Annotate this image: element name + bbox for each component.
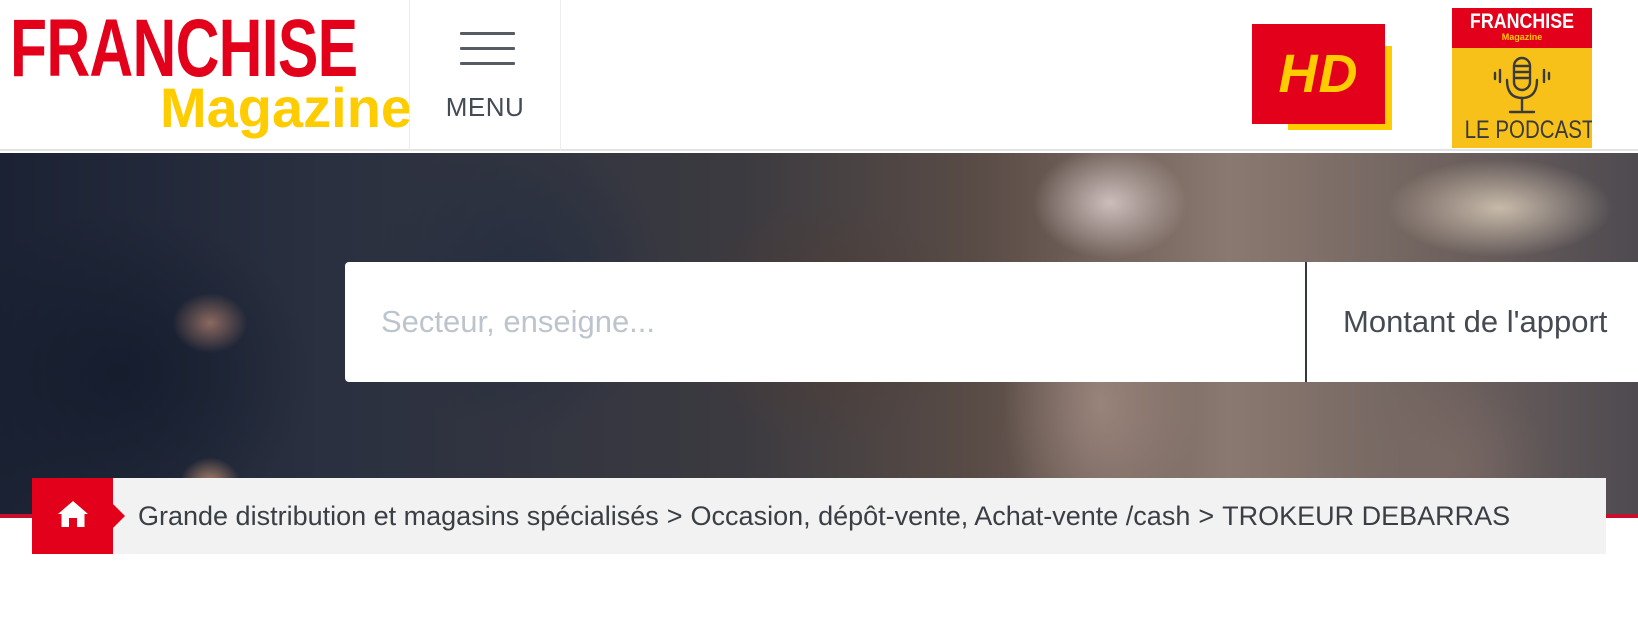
breadcrumb-separator: > xyxy=(666,500,683,531)
search-bar: Montant de l'apport xyxy=(345,262,1638,382)
breadcrumb: Grande distribution et magasins spéciali… xyxy=(32,478,1606,554)
breadcrumb-current: TROKEUR DEBARRAS xyxy=(1222,500,1511,531)
search-input[interactable] xyxy=(345,262,1305,382)
breadcrumb-item[interactable]: Grande distribution et magasins spéciali… xyxy=(138,501,659,532)
breadcrumb-home-button[interactable] xyxy=(32,478,113,554)
site-header: FRANCHISE Magazine MENU HD FRANCHISE Mag… xyxy=(0,0,1638,151)
header-divider xyxy=(409,0,410,151)
menu-label: MENU xyxy=(445,92,525,122)
hamburger-icon xyxy=(460,32,515,68)
breadcrumb-trail: Grande distribution et magasins spéciali… xyxy=(138,478,1510,554)
logo-magazine-text: Magazine xyxy=(160,76,413,139)
home-icon xyxy=(58,501,88,527)
menu-button[interactable]: MENU xyxy=(430,20,540,130)
breadcrumb-home-arrow xyxy=(113,504,125,528)
microphone-icon xyxy=(1493,56,1551,114)
apport-label: Montant de l'apport xyxy=(1343,304,1608,339)
header-divider xyxy=(560,0,561,151)
hd-badge-text: HD xyxy=(1278,44,1359,104)
podcast-label: LE PODCAST xyxy=(1464,116,1592,144)
hd-badge-link[interactable]: HD xyxy=(1252,24,1392,130)
podcast-badge-link[interactable]: FRANCHISE Magazine LE PODCAST xyxy=(1452,8,1592,148)
apport-select[interactable]: Montant de l'apport xyxy=(1307,262,1638,382)
breadcrumb-item[interactable]: Occasion, dépôt-vente, Achat-vente /cash xyxy=(691,501,1191,532)
podcast-brand-sub: Magazine xyxy=(1501,32,1543,42)
breadcrumb-separator: > xyxy=(1198,500,1215,531)
hd-badge-box: HD xyxy=(1252,24,1385,124)
podcast-brand-text: FRANCHISE xyxy=(1469,10,1575,33)
site-logo[interactable]: FRANCHISE Magazine xyxy=(10,8,413,144)
